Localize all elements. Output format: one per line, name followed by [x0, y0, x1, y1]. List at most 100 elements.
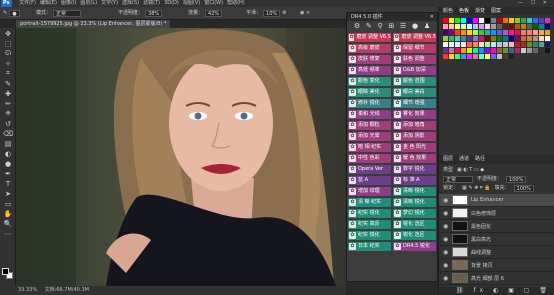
color-swatch[interactable] [491, 48, 496, 53]
plugin-top-icon[interactable]: ⚙ [354, 22, 360, 30]
plugin-action-button[interactable]: ✿ 清晰 锐化 [393, 187, 436, 196]
visibility-eye-icon[interactable]: ◉ [443, 262, 449, 269]
status-zoom[interactable]: 33.33% [18, 287, 37, 293]
color-swatch[interactable] [455, 48, 460, 53]
color-swatch[interactable] [533, 42, 538, 47]
color-swatch[interactable] [527, 48, 532, 53]
path-select-tool-icon[interactable]: ➤ [2, 189, 14, 198]
color-swatch[interactable] [479, 42, 484, 47]
color-swatch[interactable] [521, 36, 526, 41]
plugin-action-button[interactable]: ✿ 添加 阴影 [393, 132, 436, 141]
blend-mode-select[interactable]: 正常 [443, 176, 473, 183]
color-swatch[interactable] [533, 30, 538, 35]
visibility-eye-icon[interactable]: ◉ [443, 236, 449, 243]
panel-tab[interactable]: 颜色 [443, 8, 453, 14]
magic-wand-tool-icon[interactable]: ✧ [2, 59, 14, 68]
color-swatch[interactable] [491, 24, 496, 29]
color-swatch[interactable] [497, 48, 502, 53]
opacity-input[interactable]: 38% [145, 10, 163, 17]
color-swatch[interactable] [473, 42, 478, 47]
zoom-tool-icon[interactable]: 🔍 [2, 219, 14, 228]
visibility-eye-icon[interactable]: ◉ [443, 275, 449, 282]
color-swatch[interactable] [485, 48, 490, 53]
color-swatch[interactable] [515, 30, 520, 35]
panel-tab[interactable]: 色板 [459, 8, 469, 14]
plugin-action-button[interactable]: ✿ 保留 细节 [393, 44, 436, 53]
color-swatch[interactable] [443, 54, 448, 59]
plugin-action-button[interactable]: ✿ Opera Ver [348, 165, 391, 174]
history-brush-tool-icon[interactable]: ↺ [2, 119, 14, 128]
plugin-action-button[interactable]: ✿ 纪实 高反 [348, 220, 391, 229]
color-swatch[interactable] [467, 42, 472, 47]
filter-kind-select[interactable]: 类型 [443, 166, 453, 175]
color-swatch[interactable] [515, 42, 520, 47]
layer-row[interactable]: ◉ 白色修饰层 [439, 207, 554, 220]
color-swatch[interactable] [521, 42, 526, 47]
menu-item[interactable]: 文字(Y) [99, 0, 120, 7]
color-swatch[interactable] [527, 36, 532, 41]
healing-tool-icon[interactable]: ✚ [2, 89, 14, 98]
color-swatch[interactable] [455, 24, 460, 29]
color-swatch[interactable] [521, 24, 526, 29]
color-swatch[interactable] [515, 36, 520, 41]
plugin-action-button[interactable]: ✿ 暗 相 纪实 [348, 143, 391, 152]
color-swatch[interactable] [461, 54, 466, 59]
plugin-close-icon[interactable]: ✕ [430, 13, 434, 21]
menu-item[interactable]: 图层(L) [78, 0, 99, 7]
menu-item[interactable]: 帮助(H) [225, 0, 247, 7]
color-swatch[interactable] [485, 54, 490, 59]
pressure-icon[interactable]: ◉ [300, 7, 304, 19]
smooth-input[interactable]: 10% [263, 10, 281, 17]
color-swatch[interactable] [539, 48, 544, 53]
color-swatch[interactable] [521, 48, 526, 53]
plugin-action-button[interactable]: ✿ 梦幻 锐化 [393, 209, 436, 218]
plugin-action-button[interactable]: ✿ 高低 频率 [348, 66, 391, 75]
color-swatch[interactable] [449, 42, 454, 47]
color-swatch[interactable] [509, 42, 514, 47]
color-swatch[interactable] [461, 24, 466, 29]
plugin-top-icon[interactable]: ⊞ [388, 22, 394, 30]
eraser-tool-icon[interactable]: ⌫ [2, 129, 14, 138]
plugin-action-button[interactable]: ✿ 颜色 变化 [348, 77, 391, 86]
color-swatch[interactable] [449, 36, 454, 41]
color-swatch[interactable] [509, 54, 514, 59]
window-controls[interactable]: — ☐ ✕ [516, 0, 552, 7]
brush-preset-icon[interactable]: ✎ [3, 7, 7, 19]
menu-item[interactable]: 图像(I) [59, 0, 78, 7]
plugin-action-button[interactable]: ✿ 增加 纹理 [348, 187, 391, 196]
color-swatch[interactable] [503, 24, 508, 29]
color-swatch[interactable] [509, 24, 514, 29]
plugin-action-button[interactable]: ✿ 皮肤 修复 [348, 55, 391, 64]
color-swatch[interactable] [539, 18, 544, 23]
color-swatch[interactable] [467, 30, 472, 35]
color-swatch[interactable] [533, 36, 538, 41]
plugin-action-button[interactable]: ✿ 眼睛 美化 [348, 88, 391, 97]
color-swatch[interactable] [449, 24, 454, 29]
color-swatch[interactable] [455, 54, 460, 59]
color-swatch[interactable] [539, 36, 544, 41]
color-swatch[interactable] [509, 30, 514, 35]
color-swatch[interactable] [527, 42, 532, 47]
plugin-top-icon[interactable]: ✎ [366, 22, 372, 30]
color-swatch[interactable] [455, 36, 460, 41]
plugin-action-button[interactable]: ✿ 雾化 效果 [393, 110, 436, 119]
plugin-action-button[interactable]: ✿ 锐化 选区 [393, 231, 436, 240]
document-canvas[interactable] [16, 28, 346, 286]
color-swatch[interactable] [539, 30, 544, 35]
plugin-top-icon[interactable]: ⚲ [377, 22, 382, 30]
color-swatch[interactable] [485, 24, 490, 29]
menu-item[interactable]: 3D(D) [162, 0, 181, 7]
crop-tool-icon[interactable]: ⌗ [2, 69, 14, 78]
plugin-action-button[interactable]: ✿ 添加 光晕 [348, 132, 391, 141]
plugin-action-button[interactable]: ✿ 纪实 锐化 [348, 209, 391, 218]
layers-panel-tab[interactable]: 图层 [443, 156, 453, 162]
color-swatch[interactable] [533, 24, 538, 29]
color-swatch[interactable] [461, 42, 466, 47]
color-swatch[interactable] [467, 36, 472, 41]
plugin-action-button[interactable]: ✿ 暖 色 效果 [393, 154, 436, 163]
lock-icons[interactable]: ▦ ✎ ✥ ⌗ 🔒 [462, 184, 491, 193]
plugin-action-button[interactable]: ✿ 锐化 选区 [393, 220, 436, 229]
layers-panel-tab[interactable]: 通道 [459, 156, 469, 162]
color-swatch[interactable] [449, 30, 454, 35]
plugin-action-button[interactable]: ✿ 修补 锐化 [348, 99, 391, 108]
